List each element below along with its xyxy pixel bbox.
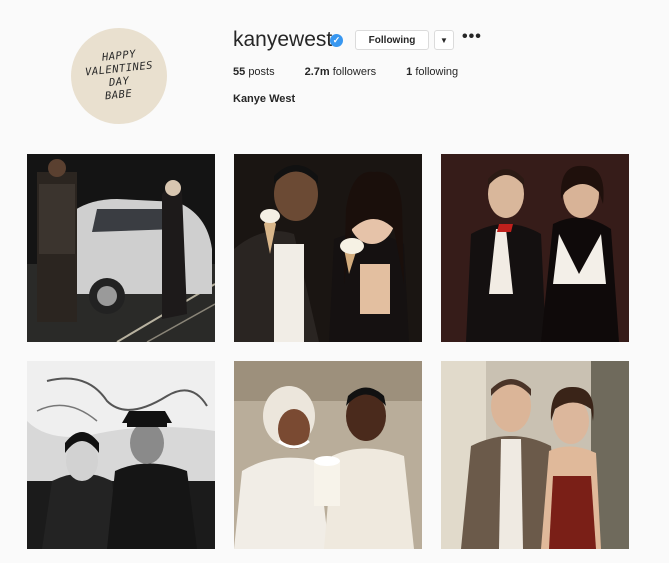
avatar-text-line-4: BABE [104, 87, 134, 103]
post-thumbnail[interactable] [441, 154, 629, 342]
post-image [234, 361, 422, 549]
full-name: Kanye West [233, 93, 296, 105]
following-stat-label: following [415, 66, 459, 78]
post-image [441, 154, 629, 342]
post-thumbnail[interactable] [234, 154, 422, 342]
post-image [441, 361, 629, 549]
posts-count: 55 [233, 66, 246, 78]
post-image [27, 361, 215, 549]
following-button[interactable]: Following [355, 30, 429, 50]
followers-count: 2.7m [304, 66, 330, 78]
profile-avatar[interactable]: HAPPY VALENTINES DAY BABE [71, 28, 167, 124]
stat-following[interactable]: 1 following [406, 66, 458, 78]
post-thumbnail[interactable] [234, 361, 422, 549]
verified-badge-icon: ✓ [330, 34, 343, 47]
post-thumbnail[interactable] [27, 361, 215, 549]
post-thumbnail[interactable] [441, 361, 629, 549]
profile-stats: 55 posts 2.7m followers 1 following [233, 66, 488, 78]
username: kanyewest [233, 28, 333, 51]
post-image [27, 154, 215, 342]
stat-posts: 55 posts [233, 66, 275, 78]
post-image [234, 154, 422, 342]
stat-followers[interactable]: 2.7m followers [305, 66, 377, 78]
chevron-down-icon[interactable]: ▼ [434, 30, 454, 50]
followers-label: followers [332, 66, 377, 78]
post-thumbnail[interactable] [27, 154, 215, 342]
posts-label: posts [248, 66, 275, 78]
following-count: 1 [406, 66, 413, 78]
more-options-icon[interactable]: ••• [462, 28, 482, 46]
